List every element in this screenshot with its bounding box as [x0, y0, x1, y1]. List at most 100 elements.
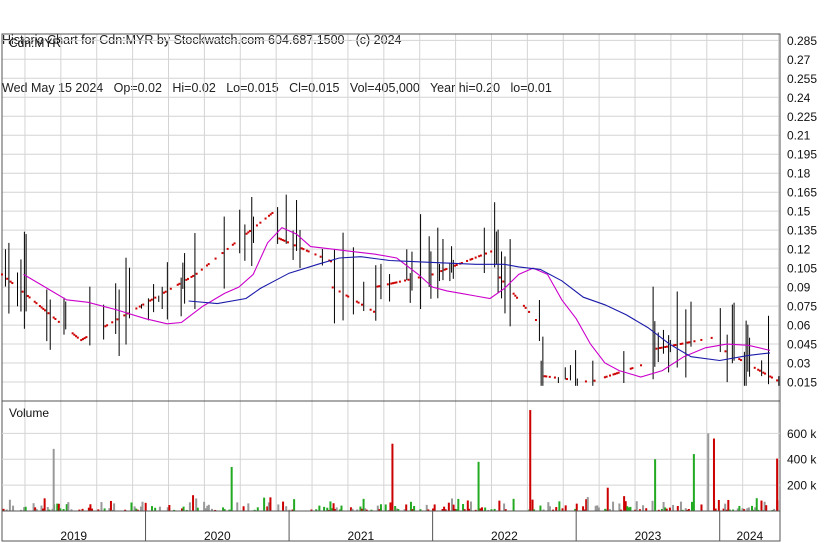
volume-bar: [747, 507, 750, 511]
price-tick-label: 0.075: [787, 300, 817, 314]
price-dot: [226, 247, 229, 250]
price-dot: [512, 292, 515, 295]
price-dot: [71, 332, 74, 335]
volume-bar: [8, 499, 11, 511]
price-dot: [40, 306, 43, 309]
volume-bar: [391, 443, 394, 511]
volume-bar: [247, 503, 250, 511]
volume-bar: [67, 502, 70, 511]
price-dot: [565, 378, 568, 381]
volume-bar: [642, 505, 645, 511]
price-dot: [355, 300, 358, 303]
price-tick-label: 0.045: [787, 338, 817, 352]
price-dot: [200, 268, 203, 271]
volume-bar: [447, 502, 450, 511]
volume-bar: [340, 505, 343, 511]
price-dot: [149, 299, 152, 302]
price-dot: [233, 242, 236, 245]
price-dot: [281, 239, 284, 242]
price-dot: [502, 280, 505, 283]
price-dot: [739, 359, 742, 362]
price-dot: [490, 250, 493, 253]
volume-bar: [717, 499, 720, 511]
price-dot: [47, 312, 50, 315]
price-dot: [75, 335, 78, 338]
price-tick-label: 0.06: [787, 319, 811, 333]
volume-bar: [597, 507, 600, 511]
price-dot: [361, 303, 364, 306]
price-dot: [76, 336, 79, 339]
volume-bar: [586, 497, 589, 511]
volume-bar: [692, 454, 695, 511]
volume-bar: [192, 495, 195, 511]
price-dot: [524, 306, 527, 309]
volume-bar: [100, 502, 103, 511]
volume-bar: [755, 498, 758, 511]
volume-bar: [700, 504, 703, 511]
price-dot: [455, 263, 458, 266]
price-dot: [548, 375, 551, 378]
volume-bar: [293, 499, 296, 511]
price-dot: [660, 346, 663, 349]
volume-bar: [323, 506, 326, 511]
volume-bar: [285, 506, 288, 511]
volume-bar: [230, 467, 233, 511]
price-dot: [305, 249, 308, 252]
price-dot: [1, 273, 3, 276]
price-dot: [407, 278, 410, 281]
volume-bar: [457, 498, 460, 511]
stock-chart: 0.285 0.27 0.255 0.24 0.225 0.21 0.195 0.18 0.16…: [1, 33, 817, 543]
price-dot: [674, 343, 677, 346]
price-dot: [52, 316, 55, 319]
price-dot: [522, 304, 525, 307]
price-dot: [440, 270, 443, 273]
price-dot: [498, 276, 501, 279]
price-dot: [111, 321, 114, 324]
price-dot: [710, 336, 713, 339]
price-dot: [44, 309, 47, 312]
volume-bar: [651, 500, 654, 511]
price-dot: [553, 376, 556, 379]
price-dot: [249, 229, 252, 232]
price-dot: [474, 256, 477, 259]
price-dot: [154, 296, 157, 299]
price-dot: [609, 374, 612, 377]
volume-bar: [531, 499, 534, 511]
price-dot: [393, 281, 396, 284]
volume-bar: [477, 461, 480, 511]
price-dot: [264, 217, 267, 220]
price-dot: [469, 258, 472, 261]
volume-bar: [188, 502, 191, 511]
volume-bar: [469, 501, 472, 511]
price-dot: [347, 295, 350, 298]
price-dot: [80, 339, 83, 342]
volume-bar: [236, 502, 239, 511]
volume-tick-label: 200 k: [787, 479, 817, 493]
price-dot: [319, 255, 322, 258]
price-tick-label: 0.15: [787, 205, 811, 219]
volume-bar: [144, 502, 147, 511]
price-dot: [26, 294, 29, 297]
price-tick-label: 0.12: [787, 243, 811, 257]
price-dot: [286, 241, 289, 244]
price-dot: [11, 282, 14, 285]
price-dot: [390, 282, 393, 285]
price-dot: [378, 285, 381, 288]
price-tick-label: 0.21: [787, 129, 811, 143]
price-panel-title: Cdn:MYR: [9, 36, 61, 50]
volume-bar: [606, 487, 609, 511]
price-dot: [655, 347, 658, 350]
volume-bar: [43, 498, 46, 511]
price-dot: [629, 367, 632, 370]
price-dot: [479, 254, 482, 257]
price-dot: [605, 375, 608, 378]
price-dot: [85, 336, 88, 339]
volume-bar: [151, 506, 154, 511]
price-dot: [293, 244, 296, 247]
price-dot: [271, 212, 274, 215]
price-tick-label: 0.015: [787, 376, 817, 390]
price-dot: [681, 342, 684, 345]
price-dot: [679, 342, 682, 345]
price-dot: [466, 259, 469, 262]
volume-bar: [738, 505, 741, 511]
